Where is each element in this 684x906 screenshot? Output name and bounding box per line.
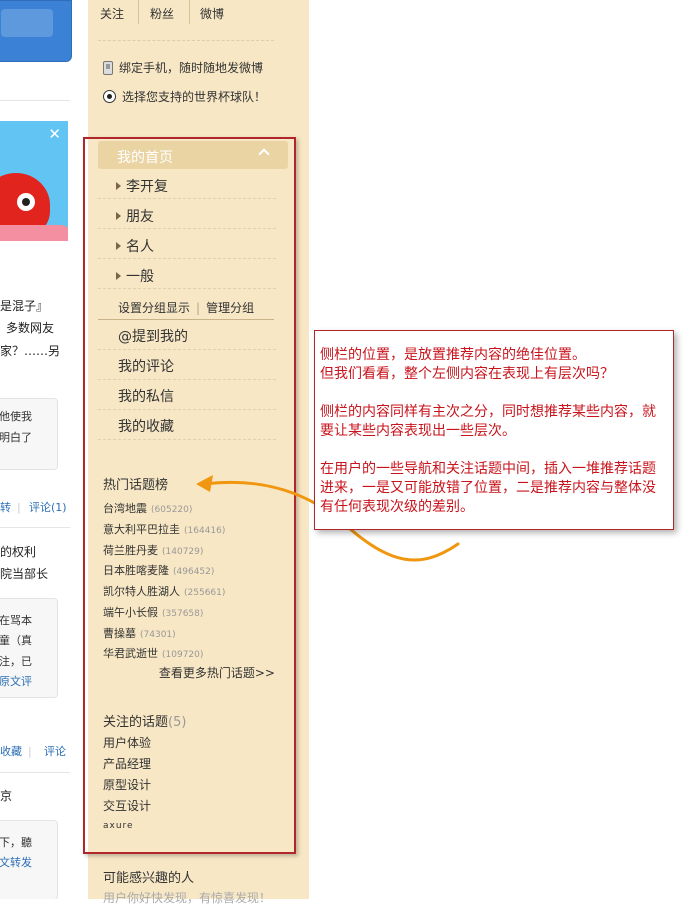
action-separator: | xyxy=(28,745,32,758)
comment-link[interactable]: 评论(1) xyxy=(29,500,67,516)
football-icon xyxy=(103,90,116,103)
forward-link[interactable]: 转 xyxy=(0,500,11,516)
annotation-paragraph: 侧栏的内容同样有主次之分，同时想推荐某些内容，就要让某些内容表现出一些层次。 xyxy=(320,404,656,439)
comment-link[interactable]: 评论 xyxy=(44,744,66,760)
annotation-paragraph: 侧栏的位置，是放置推荐内容的绝佳位置。 但我们看看，整个左侧内容在表现上有层次吗… xyxy=(320,347,614,382)
quote-box: 他使我 明白了 xyxy=(0,398,58,470)
promo-worldcup[interactable]: 选择您支持的世界杯球队！ xyxy=(103,88,266,105)
phone-icon xyxy=(103,60,113,75)
stat-weibo[interactable]: 微博 xyxy=(200,5,224,22)
publish-button[interactable] xyxy=(0,0,72,62)
quote-box: 在骂本 童（真 注，已 原文评 xyxy=(0,598,58,698)
feed-text: 童（真 xyxy=(0,634,32,647)
feed-divider xyxy=(0,772,70,773)
annotation-callout: 侧栏的位置，是放置推荐内容的绝佳位置。 但我们看看，整个左侧内容在表现上有层次吗… xyxy=(314,330,674,530)
stat-fans[interactable]: 粉丝 xyxy=(150,5,174,22)
stat-follow[interactable]: 关注 xyxy=(100,5,124,22)
action-separator: | xyxy=(17,501,21,514)
feed-divider xyxy=(0,100,70,101)
promo-bind-phone[interactable]: 绑定手机，随时随地发微博 xyxy=(103,59,263,76)
feed-text: 京 xyxy=(0,789,13,803)
feed-text: 多数网友 xyxy=(6,321,55,335)
promo-text: 绑定手机，随时随地发微博 xyxy=(119,61,264,75)
feed-text: 注，已 xyxy=(0,655,32,668)
mascot-eye xyxy=(17,193,35,211)
profile-stats: 关注 粉丝 微博 xyxy=(88,0,309,30)
feed-text: 在骂本 xyxy=(0,614,32,627)
original-link[interactable]: 原文评 xyxy=(0,674,32,690)
ad-banner[interactable]: ✕ xyxy=(0,121,68,241)
quote-box: 下，聽 文转发 xyxy=(0,820,58,899)
feed-text: 是混子』 xyxy=(0,299,49,313)
annotation-paragraph: 在用户的一些导航和关注话题中间，插入一堆推荐话题进来，一是又可能放错了位置，二是… xyxy=(320,461,656,515)
feed-text: 他使我 xyxy=(0,410,32,423)
feed-divider xyxy=(0,527,70,528)
favorite-link[interactable]: 收藏 xyxy=(0,744,22,760)
feed-text: 家？……另 xyxy=(0,344,61,358)
cloud-decoration xyxy=(0,225,68,241)
feed-text: 院当部长 xyxy=(0,567,49,581)
highlight-frame xyxy=(83,137,296,854)
stat-divider xyxy=(189,0,190,24)
close-icon[interactable]: ✕ xyxy=(48,125,61,143)
interest-subtitle: 用户你好快发现，有惊喜发现！ xyxy=(103,891,272,905)
feed-fragment: ✕ 是混子』 多数网友 家？……另 他使我 明白了 转 | 评论(1) 的权利 … xyxy=(0,0,88,899)
feed-text: 下，聽 xyxy=(0,836,32,849)
feed-text: 明白了 xyxy=(0,431,32,444)
stat-divider xyxy=(138,0,139,24)
divider xyxy=(98,40,274,41)
promo-text: 选择您支持的世界杯球队！ xyxy=(122,90,267,104)
interest-title: 可能感兴趣的人 xyxy=(103,871,195,886)
forward-link[interactable]: 文转发 xyxy=(0,855,32,871)
feed-text: 的权利 xyxy=(0,545,37,559)
